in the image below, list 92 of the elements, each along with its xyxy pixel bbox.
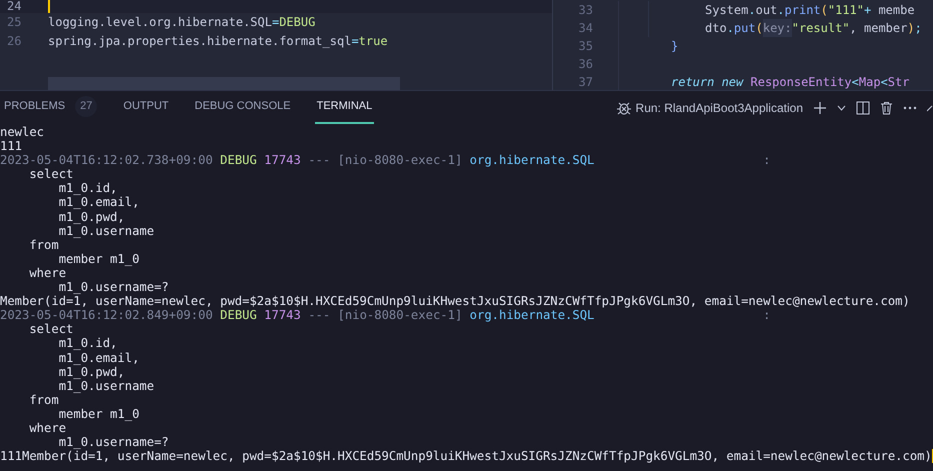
code-token: DEBUG	[279, 14, 316, 31]
code-token: Str	[888, 74, 910, 90]
terminal-line: m1_0.username=?	[58, 435, 170, 450]
terminal-line: m1_0.email,	[58, 350, 140, 365]
code-token: true	[358, 33, 388, 50]
process-id: 17743	[264, 153, 301, 168]
terminal-line: where	[28, 420, 68, 436]
code-token: )	[907, 20, 915, 37]
code-token: .	[726, 20, 734, 37]
code-token: return	[671, 74, 714, 90]
thread-name: [nio-8080-exec-1]	[338, 308, 462, 322]
line-number: 24	[6, 0, 22, 13]
split-icon[interactable]	[856, 100, 870, 114]
thread-name: [nio-8080-exec-1]	[338, 153, 462, 168]
terminal-line: m1_0.pwd,	[58, 210, 126, 224]
terminal-line: m1_0.email,	[58, 195, 140, 210]
line-number: 36	[578, 56, 593, 73]
code-token: +	[864, 2, 872, 19]
code-token: , member	[850, 20, 908, 37]
code-token: new	[720, 74, 744, 90]
code-token: out	[756, 2, 778, 19]
log-timestamp: 2023-05-04T16:12:02.849+09:00	[0, 308, 213, 322]
terminal-line: from	[28, 238, 59, 252]
terminal-line: member m1_0	[58, 406, 140, 421]
chevron-down-icon[interactable]	[837, 104, 846, 110]
code-token: key:	[762, 19, 792, 37]
panel-tab[interactable]: PROBLEMS 27	[2, 91, 100, 124]
code-token: "111"	[828, 2, 864, 19]
terminal-line: m1_0.username	[58, 224, 156, 238]
code-token: =	[272, 14, 280, 31]
more-icon[interactable]	[903, 106, 917, 110]
code-token: Map	[858, 74, 881, 90]
log-timestamp: 2023-05-04T16:12:02.738+09:00	[0, 153, 213, 168]
plus-icon[interactable]	[813, 100, 827, 114]
log-colon: :	[763, 308, 770, 322]
text-cursor	[48, 0, 50, 13]
terminal-line: from	[28, 392, 59, 407]
terminal-line: m1_0.id,	[58, 336, 118, 350]
terminal-line: m1_0.pwd,	[58, 364, 125, 379]
panel-tab[interactable]: DEBUG CONSOLE	[192, 91, 293, 124]
terminal-line: m1_0.id,	[58, 181, 118, 196]
scrollbar-thumb[interactable]	[48, 77, 400, 90]
code-token: membe	[877, 2, 915, 19]
terminal-line: 111	[0, 139, 24, 154]
code-token: <	[880, 74, 888, 90]
panel-tab[interactable]: OUTPUT	[121, 91, 171, 124]
code-token: put	[734, 20, 756, 37]
terminal-line: m1_0.username	[58, 378, 156, 393]
code-token: =	[351, 33, 359, 50]
terminal-cursor	[932, 449, 933, 464]
log-separator: ---	[308, 153, 330, 168]
terminal-line: select	[28, 322, 74, 336]
line-number: 34	[578, 20, 593, 37]
code-token: ResponseEntity	[749, 74, 852, 90]
code-token: (	[756, 20, 763, 37]
terminal-line: where	[28, 266, 68, 280]
code-token: (	[820, 2, 828, 19]
line-number: 25	[6, 14, 22, 31]
terminal-line: newlec	[0, 125, 46, 140]
terminal-line: member m1_0	[58, 252, 140, 266]
log-separator: ---	[308, 308, 330, 322]
count-badge: 27	[75, 96, 98, 117]
chevron-up-icon[interactable]	[927, 104, 933, 112]
code-token: .	[777, 2, 785, 19]
bug-icon	[616, 100, 632, 116]
terminal-line: Member(id=1, userName=newlec, pwd=$2a$10$H.HXCEd59CmUnp9luiKHwestJxuSIGRsJZNzCWfTfpJPgk6VGLm3O, email=newlec@newlecture.com)	[0, 294, 911, 308]
code-token: "result"	[792, 20, 850, 37]
log-level: DEBUG	[220, 308, 257, 322]
code-token: logging.level.org.hibernate.SQL	[48, 14, 272, 31]
code-token: ;	[914, 20, 922, 37]
panel-tab[interactable]: TERMINAL	[314, 91, 374, 124]
code-token: System	[705, 2, 748, 19]
code-token: <	[852, 74, 859, 90]
line-number: 33	[578, 2, 593, 19]
code-token: .	[748, 2, 756, 19]
log-level: DEBUG	[220, 153, 257, 168]
trash-icon[interactable]	[880, 100, 893, 114]
logger-name: org.hibernate.SQL	[470, 308, 594, 322]
terminal-line: select	[28, 167, 74, 182]
line-number: 26	[6, 33, 22, 50]
run-config-button[interactable]: Run: RlandApiBoot3Application	[616, 98, 803, 116]
line-number: 37	[578, 74, 593, 90]
terminal-line: m1_0.username=?	[58, 280, 170, 294]
logger-name: org.hibernate.SQL	[470, 153, 594, 168]
code-token: }	[671, 38, 678, 55]
log-colon: :	[763, 153, 770, 168]
code-token: spring.jpa.properties.hibernate.format_sql	[48, 33, 352, 50]
process-id: 17743	[264, 308, 301, 322]
code-token: dto	[705, 20, 727, 37]
line-number: 35	[578, 38, 593, 55]
terminal-line: 111Member(id=1, userName=newlec, pwd=$2a$10$H.HXCEd59CmUnp9luiKHwestJxuSIGRsJZNzCWfTfpJPgk6VGLm3O, email=newlec@newlecture.com)	[0, 449, 932, 464]
code-token: print	[784, 2, 821, 19]
